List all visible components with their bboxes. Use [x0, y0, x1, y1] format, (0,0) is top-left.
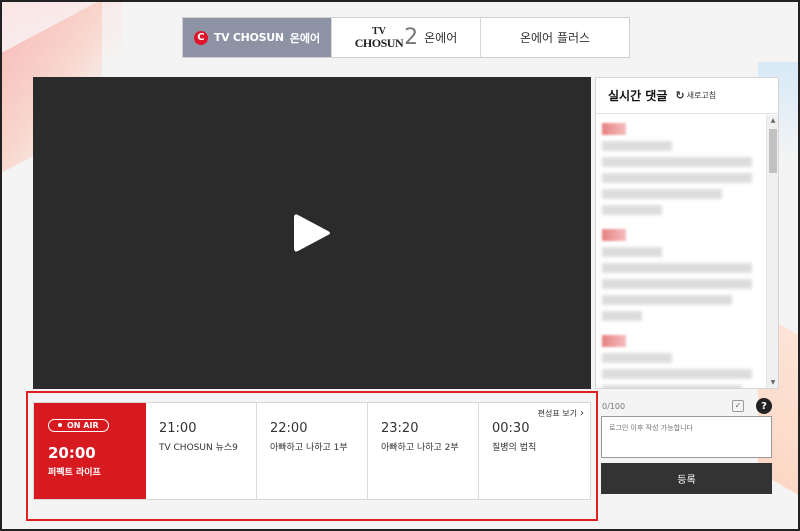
schedule-strip: ON AIR 20:00 퍼펙트 라이프 21:00 TV CHOSUN 뉴스9…	[33, 402, 591, 500]
onair-title: 퍼펙트 라이프	[48, 467, 101, 478]
onair-program[interactable]: ON AIR 20:00 퍼펙트 라이프	[34, 403, 146, 499]
live-dot-icon	[58, 423, 62, 427]
chat-message-blurred	[596, 221, 764, 327]
refresh-icon: ↻	[675, 89, 685, 102]
comment-input[interactable]	[601, 416, 772, 458]
video-player[interactable]	[33, 77, 591, 389]
schedule-slot[interactable]: 23:20 아빠하고 나하고 2부	[368, 403, 479, 499]
submit-comment-button[interactable]: 등록	[601, 463, 772, 494]
tab-tvchosun-onair[interactable]: C TV CHOSUN 온에어	[183, 18, 332, 57]
scroll-thumb[interactable]	[769, 129, 777, 173]
tvchosun2-logo-icon: TV CHOSUN 2	[354, 24, 419, 50]
scroll-up-icon[interactable]: ▲	[767, 117, 779, 124]
view-schedule-link[interactable]: 편성표 보기 ›	[538, 408, 584, 419]
tab-label: 온에어	[424, 31, 458, 45]
slot-title: 아빠하고 나하고 1부	[270, 443, 348, 453]
slot-title: 질병의 법칙	[492, 443, 537, 453]
schedule-slot[interactable]: 편성표 보기 › 00:30 질병의 법칙	[479, 403, 590, 499]
chat-message-blurred	[596, 327, 764, 388]
refresh-label: 새로고침	[686, 91, 717, 100]
tab-label: 온에어	[289, 31, 321, 45]
avatar	[602, 335, 626, 347]
tab-onair-plus[interactable]: 온에어 플러스	[481, 18, 629, 57]
slot-title: TV CHOSUN 뉴스9	[159, 443, 238, 453]
play-icon[interactable]	[292, 211, 332, 255]
comment-meta: 0/100 ✓ ?	[602, 396, 772, 416]
onair-badge: ON AIR	[48, 418, 109, 432]
slot-time: 23:20	[381, 421, 419, 436]
channel-tabs: C TV CHOSUN 온에어 TV CHOSUN 2 온에어 온에어 플러스	[182, 17, 630, 58]
onair-time: 20:00	[48, 443, 96, 462]
slot-time: 00:30	[492, 421, 530, 436]
chat-message-blurred	[596, 115, 764, 221]
char-count: 0/100	[602, 401, 626, 411]
help-icon[interactable]: ?	[756, 398, 772, 414]
avatar	[602, 229, 626, 241]
chat-list	[596, 115, 764, 388]
tvchosun-logo-icon: C	[193, 30, 208, 45]
chat-scrollbar[interactable]: ▲ ▼	[766, 115, 778, 388]
tab-brand: TV CHOSUN	[213, 31, 284, 44]
chat-header: 실시간 댓글 ↻ 새로고침	[596, 78, 778, 114]
schedule-slot[interactable]: 21:00 TV CHOSUN 뉴스9	[146, 403, 257, 499]
chevron-right-icon: ›	[580, 408, 584, 419]
refresh-button[interactable]: ↻ 새로고침	[675, 89, 716, 102]
chat-title: 실시간 댓글	[608, 89, 668, 103]
slot-time: 21:00	[159, 421, 197, 436]
slot-title: 아빠하고 나하고 2부	[381, 443, 459, 453]
sticker-icon[interactable]: ✓	[732, 400, 744, 412]
avatar	[602, 123, 626, 135]
schedule-slot[interactable]: 22:00 아빠하고 나하고 1부	[257, 403, 368, 499]
slot-time: 22:00	[270, 421, 308, 436]
app-frame: C TV CHOSUN 온에어 TV CHOSUN 2 온에어 온에어 플러스 …	[0, 0, 800, 531]
live-chat-panel: 실시간 댓글 ↻ 새로고침 ▲ ▼	[595, 77, 779, 389]
tab-tvchosun2-onair[interactable]: TV CHOSUN 2 온에어	[332, 18, 481, 57]
scroll-down-icon[interactable]: ▼	[767, 379, 779, 386]
tab-label: 온에어 플러스	[519, 31, 591, 45]
